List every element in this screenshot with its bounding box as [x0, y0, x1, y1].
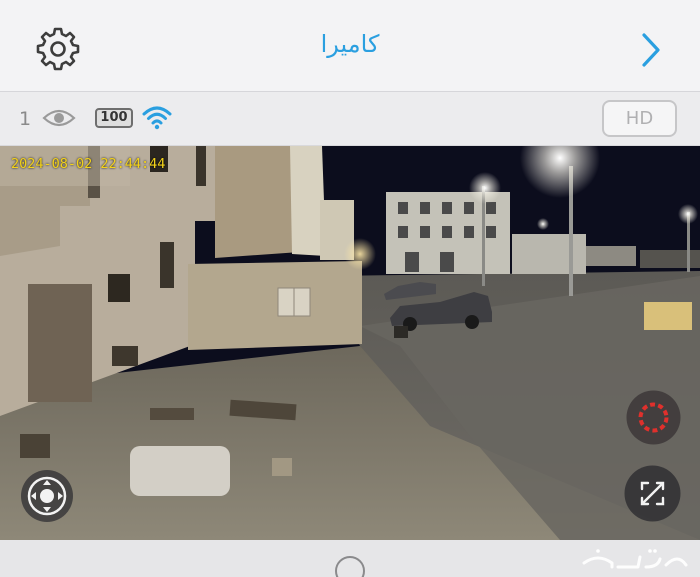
page-title: كاميرا — [320, 30, 380, 58]
wifi-icon — [142, 105, 172, 135]
viewer-count: 1 — [19, 108, 32, 130]
battery-indicator: 100 — [95, 108, 133, 128]
camera-scene-image — [0, 146, 700, 540]
ptz-control-icon[interactable] — [19, 468, 75, 524]
chevron-right-icon[interactable] — [636, 30, 664, 70]
camera-app: كاميرا 1 100 HD 2024-08-02 22:44:44 — [0, 0, 700, 577]
eye-icon — [42, 107, 76, 133]
record-icon[interactable] — [626, 390, 681, 445]
watermark-logo — [578, 547, 690, 573]
hd-quality-button[interactable]: HD — [602, 100, 677, 137]
header-bar: كاميرا — [0, 0, 700, 92]
video-timestamp: 2024-08-02 22:44:44 — [11, 156, 166, 172]
fullscreen-icon[interactable] — [624, 465, 681, 522]
video-feed[interactable] — [0, 146, 700, 540]
